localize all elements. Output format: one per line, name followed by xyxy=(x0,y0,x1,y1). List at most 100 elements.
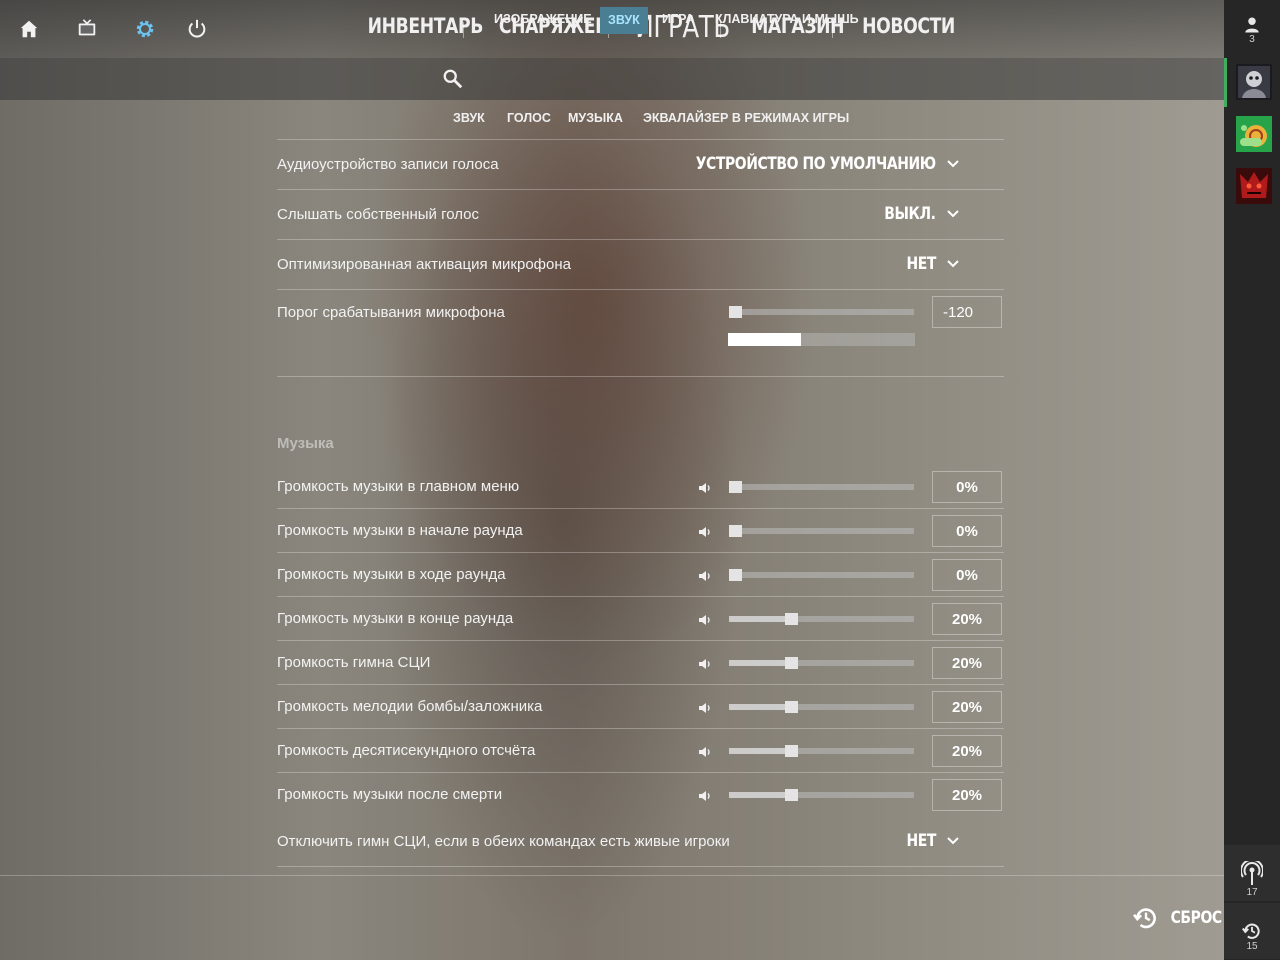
subtab-music[interactable]: МУЗЫКА xyxy=(568,111,623,125)
disable-anthem-label: Отключить гимн СЦИ, если в обеих команда… xyxy=(277,833,730,850)
user-icon xyxy=(1245,17,1259,33)
music-volume-label: Громкость музыки в конце раунда xyxy=(277,610,514,627)
subtab-audio[interactable]: ЗВУК xyxy=(453,111,485,125)
avatar[interactable] xyxy=(1236,168,1272,204)
history-icon xyxy=(1242,923,1260,939)
broadcast-count: 17 xyxy=(1246,887,1258,898)
subtab-equalizer[interactable]: ЭКВАЛАЙЗЕР В РЕЖИМАХ ИГРЫ xyxy=(643,111,849,125)
slider-thumb[interactable] xyxy=(729,481,742,493)
speaker-icon[interactable] xyxy=(698,570,712,582)
reset-label: СБРОС xyxy=(1170,908,1223,928)
music-volume-label: Громкость десятисекундного отсчёта xyxy=(277,742,536,759)
footer-divider xyxy=(0,875,1224,876)
speaker-icon[interactable] xyxy=(698,482,712,494)
speaker-icon[interactable] xyxy=(698,790,712,802)
divider xyxy=(277,552,1004,553)
divider xyxy=(277,772,1004,773)
speaker-icon[interactable] xyxy=(698,526,712,538)
search-icon[interactable] xyxy=(442,68,464,90)
music-volume-slider[interactable] xyxy=(729,745,914,757)
slider-fill xyxy=(729,748,786,754)
music-volume-slider[interactable] xyxy=(729,701,914,713)
divider xyxy=(277,640,1004,641)
divider xyxy=(277,376,1004,377)
music-volume-slider[interactable] xyxy=(729,657,914,669)
slider-thumb[interactable] xyxy=(785,745,799,757)
mic-threshold-value[interactable]: -120 xyxy=(932,296,1002,328)
music-volume-value[interactable]: 20% xyxy=(932,603,1002,635)
divider xyxy=(277,684,1004,685)
music-volume-slider[interactable] xyxy=(729,569,914,581)
chevron-down-icon xyxy=(947,837,959,845)
subtab-voice[interactable]: ГОЛОС xyxy=(507,111,551,125)
music-volume-label: Громкость музыки после смерти xyxy=(277,786,503,803)
music-volume-value[interactable]: 0% xyxy=(932,471,1002,503)
nav-inventory[interactable]: ИНВЕНТАРЬ xyxy=(368,14,484,38)
divider xyxy=(277,289,1004,290)
avatar[interactable] xyxy=(1236,116,1272,152)
music-volume-value[interactable]: 0% xyxy=(932,559,1002,591)
music-volume-value[interactable]: 0% xyxy=(932,515,1002,547)
music-volume-slider[interactable] xyxy=(729,481,914,493)
history-button[interactable]: 15 xyxy=(1224,903,1280,959)
nav-news[interactable]: НОВОСТИ xyxy=(862,14,955,38)
broadcast-button[interactable]: 17 xyxy=(1224,845,1280,901)
optimized-mic-dropdown[interactable]: НЕТ xyxy=(900,254,960,274)
speaker-icon[interactable] xyxy=(698,614,712,626)
speaker-icon[interactable] xyxy=(698,702,712,714)
music-volume-label: Громкость музыки в главном меню xyxy=(277,478,520,495)
tv-icon[interactable] xyxy=(74,16,100,42)
disable-anthem-value: НЕТ xyxy=(906,831,937,851)
slider-thumb[interactable] xyxy=(729,525,742,537)
tab-game[interactable]: ИГРА xyxy=(662,12,694,26)
friends-button[interactable]: 3 xyxy=(1224,0,1280,56)
mic-level-meter xyxy=(728,333,915,346)
music-volume-value[interactable]: 20% xyxy=(932,647,1002,679)
speaker-icon[interactable] xyxy=(698,746,712,758)
gear-icon[interactable] xyxy=(132,16,158,42)
music-volume-value[interactable]: 20% xyxy=(932,691,1002,723)
mic-level-fill xyxy=(728,333,801,346)
divider xyxy=(277,139,1004,140)
music-volume-value[interactable]: 20% xyxy=(932,735,1002,767)
disable-anthem-dropdown[interactable]: НЕТ xyxy=(900,831,960,851)
hear-self-dropdown[interactable]: ВЫКЛ. xyxy=(873,204,960,224)
mic-threshold-slider[interactable] xyxy=(729,306,914,318)
nav-separator xyxy=(463,22,464,38)
friends-sidebar: 3 17 15 xyxy=(1224,0,1280,960)
tab-keyboard-mouse[interactable]: КЛАВИАТУРА И МЫШЬ xyxy=(715,12,859,26)
tab-video[interactable]: ИЗОБРАЖЕНИЕ xyxy=(494,12,592,26)
home-icon[interactable] xyxy=(16,16,42,42)
history-icon xyxy=(1133,908,1156,929)
slider-thumb[interactable] xyxy=(785,701,799,713)
power-icon[interactable] xyxy=(184,16,210,42)
slider-thumb[interactable] xyxy=(785,657,799,669)
voice-device-dropdown[interactable]: УСТРОЙСТВО ПО УМОЛЧАНИЮ xyxy=(643,154,960,174)
slider-thumb[interactable] xyxy=(785,789,799,801)
reset-button[interactable]: СБРОС xyxy=(1133,905,1227,931)
music-volume-slider[interactable] xyxy=(729,525,914,537)
slider-thumb[interactable] xyxy=(785,613,799,625)
music-volume-label: Громкость мелодии бомбы/заложника xyxy=(277,698,543,715)
divider xyxy=(277,508,1004,509)
tab-audio[interactable]: ЗВУК xyxy=(600,7,648,34)
hear-self-label: Слышать собственный голос xyxy=(277,206,480,223)
divider xyxy=(277,239,1004,240)
avatar[interactable] xyxy=(1236,64,1272,100)
slider-fill xyxy=(729,616,786,622)
divider xyxy=(277,189,1004,190)
slider-thumb[interactable] xyxy=(729,306,742,318)
optimized-mic-value: НЕТ xyxy=(906,254,937,274)
divider xyxy=(277,596,1004,597)
music-volume-label: Громкость гимна СЦИ xyxy=(277,654,431,671)
music-volume-value[interactable]: 20% xyxy=(932,779,1002,811)
divider xyxy=(277,866,1004,867)
slider-thumb[interactable] xyxy=(729,569,742,581)
music-volume-slider[interactable] xyxy=(729,789,914,801)
speaker-icon[interactable] xyxy=(698,658,712,670)
active-indicator xyxy=(1224,58,1227,107)
music-volume-slider[interactable] xyxy=(729,613,914,625)
optimized-mic-label: Оптимизированная активация микрофона xyxy=(277,256,571,273)
hear-self-value: ВЫКЛ. xyxy=(884,204,937,224)
mic-threshold-label: Порог срабатывания микрофона xyxy=(277,304,505,321)
